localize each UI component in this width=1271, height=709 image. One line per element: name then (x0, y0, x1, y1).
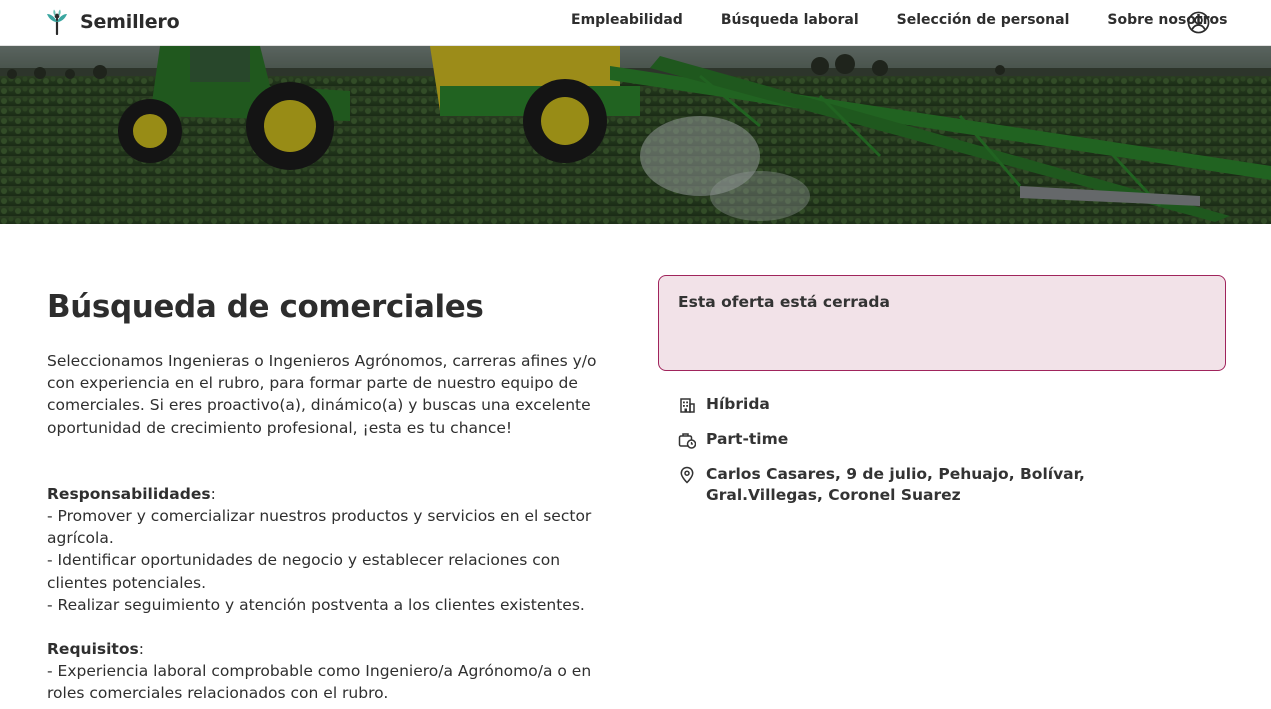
nav-link-empleabilidad[interactable]: Empleabilidad (571, 12, 683, 28)
job-description: Búsqueda de comerciales Seleccionamos In… (47, 286, 607, 705)
nav-link-seleccion-personal[interactable]: Selección de personal (897, 12, 1070, 28)
responsibility-item: - Realizar seguimiento y atención postve… (47, 595, 585, 614)
locations-value: Carlos Casares, 9 de julio, Pehuajo, Bol… (706, 465, 1085, 504)
offer-closed-notice: Esta oferta está cerrada (658, 275, 1226, 371)
brand-name: Semillero (80, 11, 180, 33)
offer-closed-text: Esta oferta está cerrada (678, 293, 890, 311)
main-nav: Empleabilidad Búsqueda laboral Selección… (571, 12, 1227, 28)
modality-row: Híbrida (678, 394, 1198, 415)
schedule-row: Part-time (678, 429, 1198, 450)
responsibilities-heading: Responsabilidades: (47, 484, 216, 503)
responsibility-item: - Promover y comercializar nuestros prod… (47, 507, 592, 548)
job-intro: Seleccionamos Ingenieras o Ingenieros Ag… (47, 352, 597, 437)
user-circle-icon[interactable] (1187, 11, 1210, 34)
nav-link-busqueda-laboral[interactable]: Búsqueda laboral (721, 12, 859, 28)
location-row: Carlos Casares, 9 de julio, Pehuajo, Bol… (678, 464, 1198, 506)
top-navigation-bar: Semillero Empleabilidad Búsqueda laboral… (0, 0, 1271, 46)
requirements-section: Requisitos: - Experiencia laboral compro… (47, 638, 607, 705)
responsibilities-section: Responsabilidades: - Promover y comercia… (47, 483, 607, 616)
requirement-item: - Experiencia laboral comprobable como I… (47, 662, 592, 703)
location-pin-icon (680, 466, 694, 484)
hero-banner-image (0, 46, 1271, 224)
responsibility-item: - Identificar oportunidades de negocio y… (47, 551, 561, 592)
job-title: Búsqueda de comerciales (47, 289, 484, 325)
briefcase-clock-icon (678, 433, 696, 449)
building-icon (680, 398, 695, 413)
job-details: Híbrida Part-time Carlos Casares, 9 de j… (678, 394, 1198, 520)
schedule-value: Part-time (706, 430, 789, 448)
tractor-field-photo (0, 46, 1271, 224)
modality-value: Híbrida (706, 395, 770, 413)
sprout-logo-icon (47, 9, 67, 35)
requirements-heading: Requisitos: (47, 640, 144, 659)
brand-home-link[interactable]: Semillero (44, 9, 180, 35)
